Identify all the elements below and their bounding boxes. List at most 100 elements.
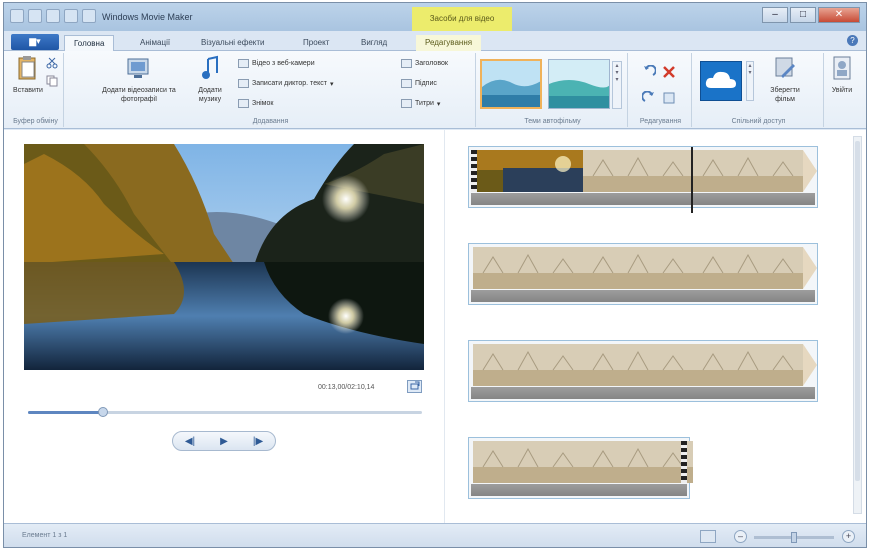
- help-icon[interactable]: ?: [847, 35, 858, 46]
- theme-thumbnail[interactable]: [480, 59, 542, 109]
- minimize-button[interactable]: –: [762, 7, 788, 23]
- group-clipboard: Вставити Буфер обміну: [8, 53, 64, 127]
- cut-icon[interactable]: [46, 57, 58, 69]
- save-icon[interactable]: [28, 9, 42, 23]
- delete-icon[interactable]: [662, 65, 676, 79]
- next-frame-icon[interactable]: |▶: [248, 436, 268, 447]
- window-controls: – □ ✕: [762, 7, 860, 23]
- playback-controls: ◀| ▶ |▶: [172, 431, 276, 451]
- themes-scroll[interactable]: ▴ ▾ ▾: [612, 61, 622, 109]
- ribbon-tabs: ▆▾ Головна Анімації Візуальні ефекти Про…: [4, 31, 866, 51]
- row-continuation-arrow: [803, 150, 817, 192]
- scrollbar-thumb[interactable]: [855, 141, 860, 481]
- video-clip-thumbnail[interactable]: [473, 441, 583, 483]
- group-add: Додати відеозаписи та фотографії Додати …: [66, 53, 476, 127]
- webcam-video-button[interactable]: Відео з веб-камери: [238, 59, 315, 68]
- audio-track[interactable]: [471, 484, 687, 496]
- tab-edit[interactable]: Редагування: [416, 35, 482, 51]
- video-clip-thumbnail[interactable]: [473, 150, 583, 192]
- microphone-icon: [238, 79, 249, 88]
- zoom-in-button[interactable]: +: [842, 530, 855, 543]
- close-button[interactable]: ✕: [818, 7, 860, 23]
- video-clip-thumbnail[interactable]: [693, 150, 803, 192]
- audio-track[interactable]: [471, 290, 815, 302]
- status-text: Елемент 1 з 1: [22, 532, 68, 539]
- row-continuation-arrow: [803, 344, 817, 386]
- qat-dropdown-icon[interactable]: [82, 9, 96, 23]
- row-continuation-arrow: [803, 247, 817, 289]
- previous-frame-icon[interactable]: ◀|: [180, 436, 200, 447]
- status-bar: Елемент 1 з 1 – +: [4, 523, 866, 547]
- add-music-button[interactable]: Додати музику: [190, 55, 230, 104]
- copy-icon[interactable]: [46, 75, 58, 87]
- tab-animations[interactable]: Анімації: [131, 35, 179, 51]
- zoom-slider[interactable]: [754, 532, 834, 543]
- save-movie-button[interactable]: Зберегти фільм: [762, 55, 808, 104]
- video-clip-thumbnail[interactable]: [583, 247, 693, 289]
- rotate-left-icon[interactable]: [642, 65, 656, 79]
- storyboard-row[interactable]: [468, 243, 818, 305]
- storyboard-row[interactable]: [468, 146, 818, 213]
- thumbnail-size-icon[interactable]: [700, 530, 716, 543]
- title-button[interactable]: Заголовок: [401, 59, 448, 68]
- video-clip-thumbnail[interactable]: [583, 344, 693, 386]
- fullscreen-preview-button[interactable]: [407, 380, 422, 393]
- playback-seek-bar[interactable]: [28, 407, 422, 417]
- snapshot-button[interactable]: Знімок: [238, 99, 273, 108]
- record-narration-button[interactable]: Записати диктор. текст ▾: [238, 79, 333, 88]
- paste-button[interactable]: Вставити: [12, 55, 44, 95]
- video-clip-thumbnail[interactable]: [473, 344, 583, 386]
- video-clip-thumbnail[interactable]: [693, 344, 803, 386]
- caption-button[interactable]: Підпис: [401, 79, 437, 88]
- file-menu-icon: ▆▾: [29, 36, 41, 46]
- tab-project[interactable]: Проект: [294, 35, 338, 51]
- chevron-down-icon: ▾: [329, 80, 334, 88]
- maximize-button[interactable]: □: [790, 7, 816, 23]
- add-videos-photos-button[interactable]: Додати відеозаписи та фотографії: [92, 55, 186, 104]
- select-all-icon[interactable]: [662, 91, 676, 105]
- group-label: Спільний доступ: [731, 118, 786, 125]
- preview-timecode: 00:13,00/02:10,14: [318, 384, 375, 391]
- credits-button[interactable]: Титри ▾: [401, 99, 440, 108]
- cloud-icon: [705, 71, 736, 88]
- video-clip-thumbnail[interactable]: [583, 441, 693, 483]
- fullscreen-icon: [410, 381, 420, 390]
- zoom-thumb[interactable]: [791, 532, 797, 543]
- tab-visual-effects[interactable]: Візуальні ефекти: [192, 35, 274, 51]
- storyboard-row[interactable]: [468, 340, 818, 402]
- play-icon[interactable]: ▶: [214, 436, 234, 447]
- pane-divider[interactable]: [444, 130, 445, 523]
- app-icon: [10, 9, 24, 23]
- clip-end-marker: [681, 441, 687, 483]
- timeline-playhead[interactable]: [691, 147, 693, 213]
- seek-progress: [28, 411, 103, 414]
- theme-preview-image: [482, 61, 540, 107]
- audio-track[interactable]: [471, 193, 815, 205]
- zoom-out-button[interactable]: –: [734, 530, 747, 543]
- file-menu-button[interactable]: ▆▾: [11, 34, 59, 50]
- sign-in-button[interactable]: Увійти: [824, 55, 860, 95]
- storyboard-row[interactable]: [468, 437, 693, 499]
- group-themes: ▴ ▾ ▾ Теми автофільму: [478, 53, 628, 127]
- video-clip-thumbnail[interactable]: [473, 247, 583, 289]
- webcam-icon: [238, 59, 249, 68]
- video-clip-thumbnail[interactable]: [583, 150, 693, 192]
- onedrive-share-button[interactable]: [700, 61, 742, 101]
- rotate-right-icon[interactable]: [642, 91, 656, 105]
- app-window: Windows Movie Maker Засоби для відео – □…: [3, 2, 867, 548]
- window-title: Windows Movie Maker: [102, 12, 193, 22]
- seek-thumb[interactable]: [97, 407, 108, 417]
- audio-track[interactable]: [471, 387, 815, 399]
- video-clip-thumbnail[interactable]: [693, 247, 803, 289]
- redo-icon[interactable]: [64, 9, 78, 23]
- group-share: ▴ ▾ Зберегти фільм Спільний доступ: [694, 53, 824, 127]
- title-icon: [401, 59, 412, 68]
- undo-icon[interactable]: [46, 9, 60, 23]
- tab-home[interactable]: Головна: [64, 35, 115, 51]
- theme-thumbnail[interactable]: [548, 59, 610, 109]
- caption-icon: [401, 79, 412, 88]
- tab-view[interactable]: Вигляд: [352, 35, 396, 51]
- share-scroll[interactable]: ▴ ▾: [746, 61, 754, 101]
- video-preview[interactable]: [24, 144, 424, 370]
- storyboard-scrollbar[interactable]: [853, 136, 862, 514]
